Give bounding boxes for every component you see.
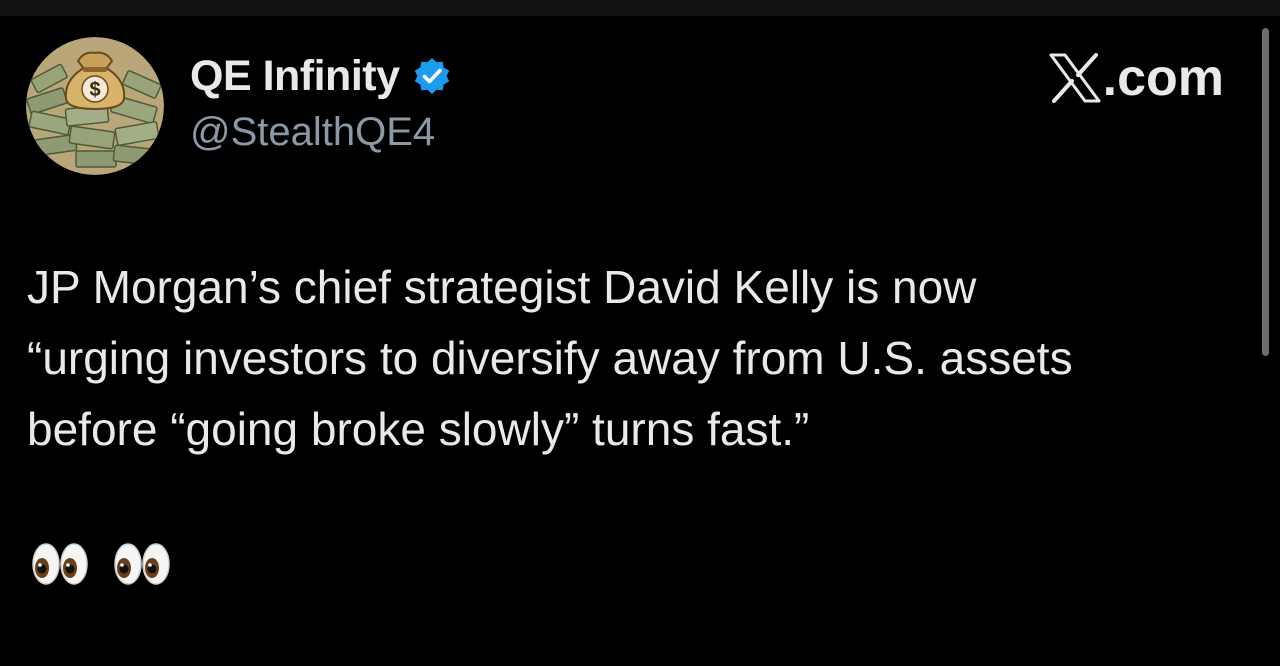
emoji-row	[30, 540, 172, 588]
avatar[interactable]: $	[26, 37, 164, 175]
money-bag-avatar-image: $	[26, 37, 164, 175]
x-logo-icon	[1049, 53, 1101, 103]
eyes-emoji-icon	[30, 540, 90, 588]
scrollbar[interactable]	[1262, 28, 1269, 356]
post-text-line: “urging investors to diversify away from…	[27, 332, 1073, 384]
svg-text:$: $	[89, 79, 100, 101]
name-row: QE Infinity	[190, 50, 452, 102]
display-name[interactable]: QE Infinity	[190, 50, 400, 102]
post-text-line: before “going broke slowly” turns fast.”	[27, 403, 810, 455]
brand-domain-text: .com	[1102, 49, 1224, 107]
post-text-line: JP Morgan’s chief strategist David Kelly…	[27, 261, 977, 313]
eyes-emoji-icon	[112, 540, 172, 588]
account-handle[interactable]: @StealthQE4	[190, 108, 452, 156]
verified-badge-icon[interactable]	[412, 56, 452, 96]
top-edge-bar	[0, 0, 1280, 16]
post-text: JP Morgan’s chief strategist David Kelly…	[27, 252, 1247, 465]
brand-watermark: .com	[1049, 48, 1224, 108]
author-block: QE Infinity @StealthQE4	[190, 50, 452, 156]
